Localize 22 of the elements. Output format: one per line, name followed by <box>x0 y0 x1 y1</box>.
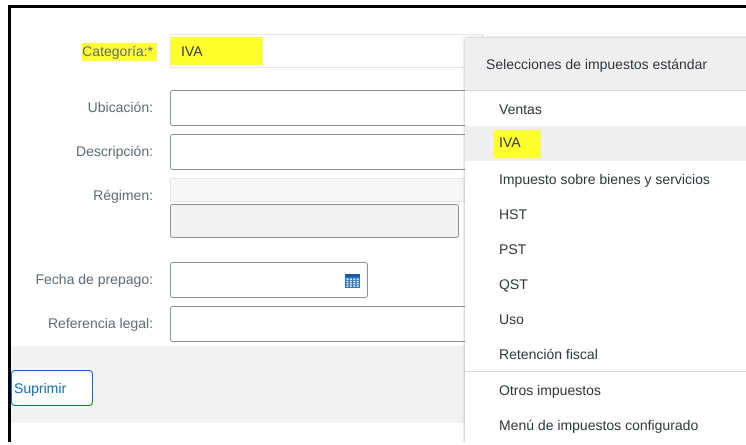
menu-item[interactable]: Menú de impuestos configurado <box>465 407 746 442</box>
field-label: Descripción: <box>76 143 153 159</box>
menu-item[interactable]: Otros impuestos <box>465 372 746 407</box>
field-label: Ubicación: <box>88 99 153 115</box>
dropdown-header: Selecciones de impuestos estándar <box>465 38 746 90</box>
category-select[interactable]: IVA <box>170 34 483 68</box>
required-mark: * <box>148 43 153 59</box>
field-label: Referencia legal: <box>48 315 153 331</box>
menu-item[interactable]: Impuesto sobre bienes y servicios <box>465 161 746 196</box>
menu-item[interactable]: QST <box>465 266 746 301</box>
menu-item[interactable]: Uso <box>465 301 746 336</box>
field-label: Fecha de prepago: <box>35 271 153 287</box>
field-label: Categoría: <box>82 43 148 59</box>
menu-item[interactable]: PST <box>465 231 746 266</box>
date-field[interactable] <box>170 262 368 298</box>
menu-item[interactable]: HST <box>465 196 746 231</box>
menu-item[interactable]: Retención fiscal <box>465 336 746 371</box>
calendar-icon[interactable] <box>344 272 361 288</box>
menu-item[interactable]: Ventas <box>465 91 746 126</box>
delete-button[interactable]: Suprimir <box>11 370 94 406</box>
field-label: Régimen: <box>93 187 153 203</box>
menu-item[interactable]: IVA <box>465 126 746 161</box>
